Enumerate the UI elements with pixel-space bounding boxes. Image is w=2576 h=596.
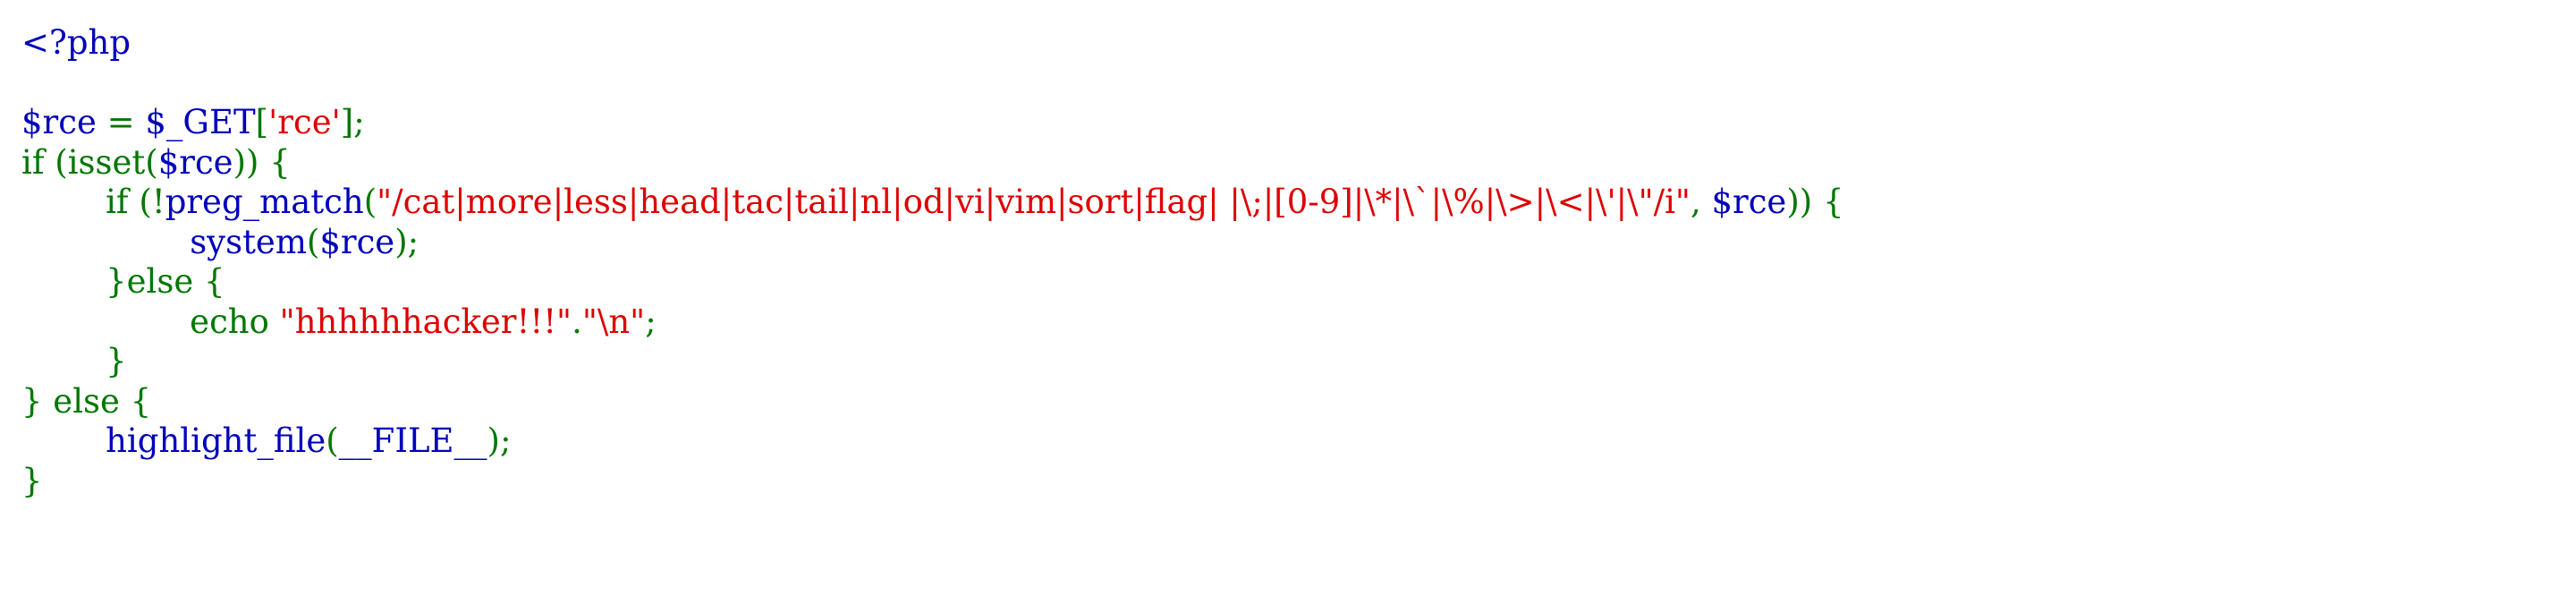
code-token-keyword	[21, 421, 106, 460]
code-token-keyword: if (!	[21, 183, 165, 221]
code-token-string: "hhhhhhacker!!!"	[279, 302, 572, 341]
code-token-keyword: }	[21, 461, 43, 500]
code-token-keyword: ,	[1690, 183, 1712, 221]
code-line: echo "hhhhhhacker!!!"."\n";	[21, 302, 1844, 343]
code-line: $rce = $_GET['rce'];	[21, 103, 1844, 143]
code-token-default: $rce	[157, 142, 233, 182]
code-token-default: $rce	[319, 222, 395, 261]
code-token-keyword: )) {	[1786, 183, 1844, 221]
code-line: }	[21, 342, 1844, 382]
code-token-string: 'rce'	[268, 103, 341, 141]
code-token-keyword: )) {	[233, 142, 291, 182]
code-token-default: $_GET	[145, 103, 256, 141]
code-line: }	[21, 462, 1844, 502]
code-token-keyword: =	[106, 103, 146, 141]
code-token-keyword: (	[326, 421, 339, 460]
code-token-string: "/cat|more|less|head|tac|tail|nl|od|vi|v…	[377, 183, 1690, 221]
code-token-keyword: if (isset(	[21, 142, 158, 182]
code-token-keyword: echo	[21, 302, 280, 341]
highlighted-source-code: <?php $rce = $_GET['rce']; if (isset($rce…	[21, 23, 1844, 501]
code-token-keyword	[21, 223, 190, 261]
code-line: highlight_file(__FILE__);	[21, 421, 1844, 462]
code-token-default: preg_match	[165, 183, 364, 221]
code-token-keyword: } else {	[21, 381, 152, 421]
code-line: } else {	[21, 382, 1844, 422]
code-token-default: highlight_file	[106, 421, 326, 460]
code-token-keyword: }	[21, 342, 127, 380]
code-token-keyword: }else {	[21, 262, 225, 301]
code-token-keyword: .	[572, 302, 582, 341]
code-line: <?php	[21, 23, 1844, 64]
code-line: system($rce);	[21, 223, 1844, 263]
code-token-keyword: (	[306, 222, 320, 261]
code-token-default: $rce	[1711, 183, 1787, 221]
code-token-keyword: ;	[645, 302, 657, 341]
code-line: }else {	[21, 262, 1844, 302]
code-token-keyword: [	[255, 103, 269, 141]
code-token-default: __FILE__	[338, 421, 487, 460]
code-token-default: <?php	[21, 23, 131, 62]
code-token-string: "\n"	[581, 302, 646, 341]
code-line: if (isset($rce)) {	[21, 143, 1844, 183]
code-token-keyword: );	[487, 421, 512, 460]
code-token-keyword: ];	[340, 103, 365, 141]
code-token-keyword: (	[363, 183, 377, 221]
code-token-default: system	[190, 222, 307, 261]
code-line: if (!preg_match("/cat|more|less|head|tac…	[21, 183, 1844, 223]
code-token-default: $rce	[21, 103, 107, 141]
code-token-keyword: );	[394, 222, 419, 261]
